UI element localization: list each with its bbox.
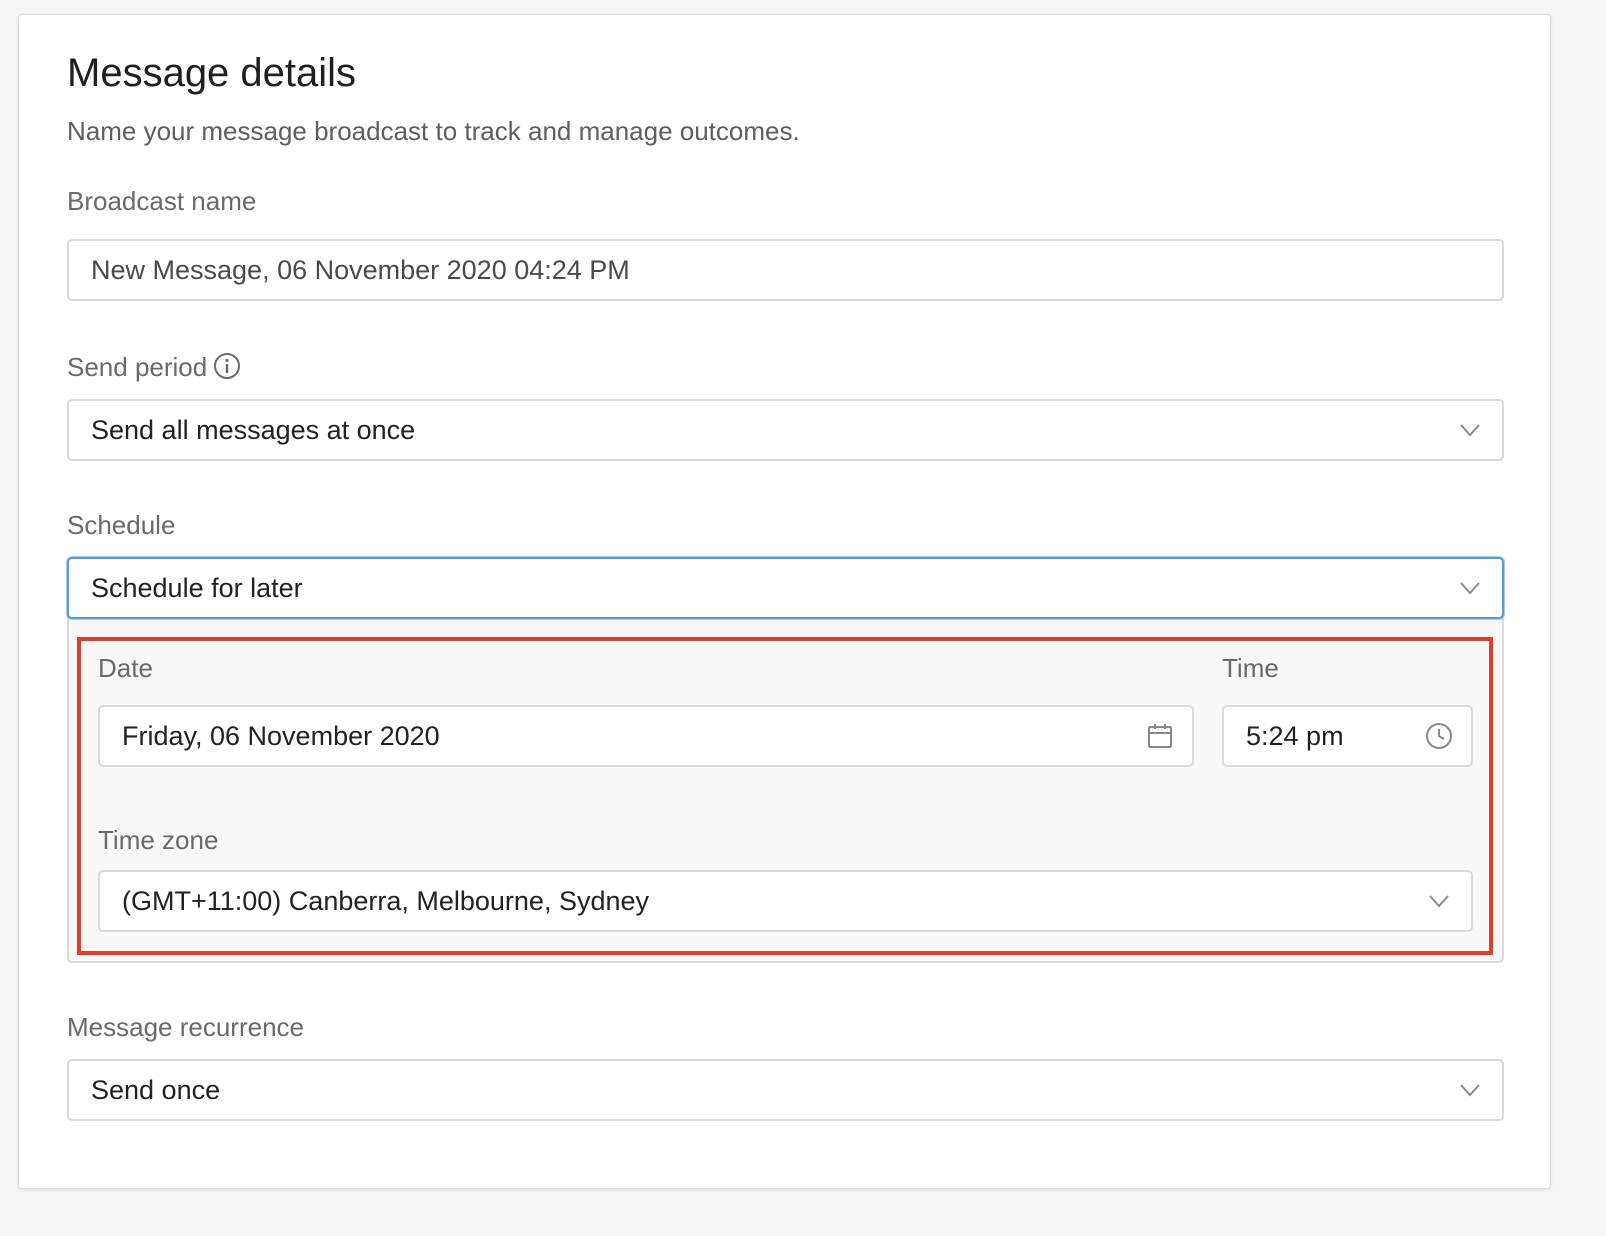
send-period-selected: Send all messages at once (91, 414, 416, 445)
broadcast-name-value: New Message, 06 November 2020 04:24 PM (91, 254, 630, 285)
schedule-label: Schedule (67, 510, 176, 540)
chevron-down-icon (1438, 1083, 1502, 1097)
highlight-box (77, 637, 1493, 955)
send-period-label: Send period (67, 351, 241, 387)
broadcast-name-input[interactable]: New Message, 06 November 2020 04:24 PM (67, 239, 1504, 301)
chevron-down-icon (1438, 581, 1502, 595)
send-period-label-text: Send period (67, 352, 208, 382)
schedule-selected: Schedule for later (91, 572, 303, 603)
send-period-select[interactable]: Send all messages at once (67, 399, 1504, 461)
page-title: Message details (67, 51, 357, 95)
info-icon[interactable] (213, 352, 241, 387)
message-recurrence-label: Message recurrence (67, 1012, 304, 1042)
chevron-down-icon (1438, 423, 1502, 437)
message-recurrence-selected: Send once (91, 1074, 221, 1105)
broadcast-name-label: Broadcast name (67, 186, 257, 216)
schedule-select[interactable]: Schedule for later (67, 557, 1504, 619)
message-recurrence-select[interactable]: Send once (67, 1059, 1504, 1121)
message-details-card: Message details Name your message broadc… (18, 14, 1551, 1189)
page-subtitle: Name your message broadcast to track and… (67, 116, 800, 146)
